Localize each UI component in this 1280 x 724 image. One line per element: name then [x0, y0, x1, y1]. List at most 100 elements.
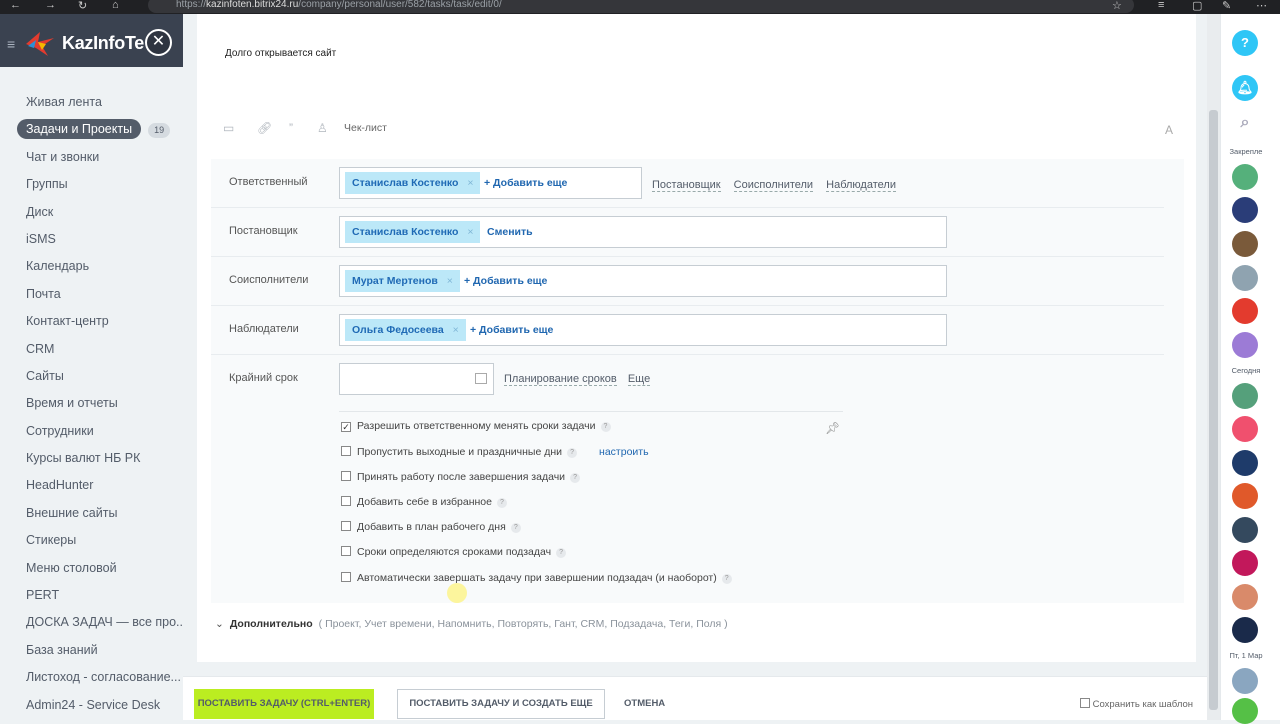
- avatar[interactable]: [1232, 197, 1258, 223]
- sidebar-item[interactable]: Живая лента: [0, 89, 183, 116]
- reload-icon[interactable]: ↻: [78, 0, 87, 12]
- calendar-icon[interactable]: [475, 373, 487, 384]
- deadline-input[interactable]: [339, 363, 494, 395]
- avatar[interactable]: [1232, 617, 1258, 643]
- bell-icon[interactable]: 🔔︎: [1232, 75, 1258, 101]
- sidebar-item[interactable]: Admin24 - Service Desk: [0, 692, 183, 719]
- sidebar-item[interactable]: Сотрудники: [0, 418, 183, 445]
- sidebar-item[interactable]: Диск: [0, 199, 183, 226]
- avatar[interactable]: [1232, 298, 1258, 324]
- option-checkbox[interactable]: [341, 521, 351, 531]
- more-link[interactable]: Еще: [627, 373, 651, 386]
- avatar[interactable]: [1232, 231, 1258, 257]
- responsible-tag[interactable]: Станислав Костенко ×: [345, 172, 481, 194]
- sidebar-item[interactable]: PERT: [0, 582, 183, 609]
- help-icon[interactable]: ?: [600, 422, 611, 432]
- avatar[interactable]: [1232, 517, 1258, 543]
- avatar[interactable]: [1232, 550, 1258, 576]
- observers-field[interactable]: Ольга Федосеева × + Добавить еще: [339, 314, 947, 346]
- sidebar-item[interactable]: Время и отчеты: [0, 390, 183, 417]
- avatar[interactable]: [1232, 164, 1258, 190]
- sidebar-item[interactable]: Меню столовой: [0, 555, 183, 582]
- help-icon[interactable]: ?: [510, 523, 521, 533]
- task-description[interactable]: Долго открывается сайт: [225, 48, 336, 59]
- role-link-observers[interactable]: Наблюдатели: [826, 179, 896, 192]
- sidebar-item[interactable]: Внешние сайты: [0, 500, 183, 527]
- creator-tag[interactable]: Станислав Костенко ×: [345, 221, 481, 243]
- scrollbar-thumb[interactable]: [1209, 110, 1218, 710]
- avatar[interactable]: [1232, 332, 1258, 358]
- help-icon[interactable]: ?: [570, 473, 581, 483]
- task-option[interactable]: Сроки определяются сроками подзадач?: [341, 546, 567, 558]
- responsible-field[interactable]: Станислав Костенко × + Добавить еще: [339, 167, 642, 199]
- help-icon[interactable]: ?: [496, 498, 507, 508]
- avatar[interactable]: [1232, 265, 1258, 291]
- pin-icon[interactable]: 📌︎: [825, 421, 840, 435]
- setup-link[interactable]: настроить: [599, 446, 649, 458]
- file-icon[interactable]: ▭: [223, 121, 234, 135]
- sidebar-item[interactable]: Почта: [0, 281, 183, 308]
- task-option[interactable]: Принять работу после завершения задачи?: [341, 471, 581, 483]
- phone-icon[interactable]: [1232, 698, 1258, 724]
- user-mention-icon[interactable]: ♙: [317, 121, 328, 135]
- link-icon[interactable]: 🔗︎: [257, 121, 272, 135]
- submit-button[interactable]: ПОСТАВИТЬ ЗАДАЧУ (CTRL+ENTER): [194, 689, 374, 719]
- save-template-checkbox[interactable]: [1079, 698, 1090, 708]
- avatar[interactable]: [1232, 383, 1258, 409]
- sidebar-item[interactable]: Сайты: [0, 363, 183, 390]
- option-checkbox[interactable]: [341, 446, 351, 456]
- remove-icon[interactable]: ×: [453, 319, 459, 341]
- sidebar-item[interactable]: ДОСКА ЗАДАЧ — все про...: [0, 609, 183, 636]
- help-icon[interactable]: ?: [567, 448, 578, 458]
- task-option[interactable]: ✓ Разрешить ответственному менять сроки з…: [341, 420, 611, 432]
- additional-section[interactable]: ⌄ Дополнительно ( Проект, Учет времени, На…: [215, 618, 728, 630]
- help-icon[interactable]: ?: [721, 574, 732, 584]
- sidebar-item[interactable]: Курсы валют НБ РК: [0, 445, 183, 472]
- coexec-field[interactable]: Мурат Мертенов × + Добавить еще: [339, 265, 947, 297]
- sidebar-item[interactable]: Календарь: [0, 253, 183, 280]
- change-creator-link[interactable]: Сменить: [487, 226, 533, 238]
- home-icon[interactable]: ⌂: [112, 0, 119, 11]
- submit-and-create-button[interactable]: ПОСТАВИТЬ ЗАДАЧУ И СОЗДАТЬ ЕЩЕ: [397, 689, 605, 719]
- format-icon[interactable]: A: [1165, 123, 1173, 137]
- avatar[interactable]: [1232, 450, 1258, 476]
- sidebar-item[interactable]: iSMS: [0, 226, 183, 253]
- sidebar-item[interactable]: Стикеры: [0, 527, 183, 554]
- task-option[interactable]: Автоматически завершать задачу при завер…: [341, 572, 732, 584]
- sidebar-item[interactable]: Группы: [0, 171, 183, 198]
- avatar[interactable]: [1232, 668, 1258, 694]
- help-icon[interactable]: ?: [556, 548, 567, 558]
- search-icon[interactable]: ⌕: [1232, 110, 1258, 136]
- option-checkbox[interactable]: [341, 546, 351, 556]
- role-link-coexec[interactable]: Соисполнители: [733, 179, 814, 192]
- cancel-button[interactable]: ОТМЕНА: [624, 698, 665, 709]
- back-icon[interactable]: ←: [10, 0, 21, 11]
- sidebar-item[interactable]: Контакт-центр: [0, 308, 183, 335]
- planning-link[interactable]: Планирование сроков: [504, 373, 617, 386]
- sidebar-item[interactable]: Задачи и Проекты 19: [0, 116, 183, 143]
- task-option[interactable]: Добавить себе в избранное?: [341, 496, 507, 508]
- avatar[interactable]: [1232, 416, 1258, 442]
- option-checkbox[interactable]: [341, 471, 351, 481]
- scrollbar[interactable]: [1207, 14, 1220, 720]
- quote-icon[interactable]: ”: [289, 121, 293, 135]
- checklist-button[interactable]: Чек-лист: [344, 122, 387, 134]
- remove-icon[interactable]: ×: [447, 270, 453, 292]
- address-bar[interactable]: https://kazinfoten.bitrix24.ru/company/p…: [148, 0, 1134, 13]
- favorites-icon[interactable]: ≡: [1158, 0, 1164, 11]
- remove-icon[interactable]: ×: [467, 221, 473, 243]
- add-coexec-link[interactable]: + Добавить еще: [464, 275, 547, 287]
- save-template-option[interactable]: Сохранить как шаблон: [1079, 698, 1193, 710]
- add-observer-link[interactable]: + Добавить еще: [470, 324, 553, 336]
- task-option[interactable]: Пропустить выходные и праздничные дни? на…: [341, 446, 649, 458]
- option-checkbox[interactable]: [341, 496, 351, 506]
- observers-tag[interactable]: Ольга Федосеева ×: [345, 319, 466, 341]
- star-icon[interactable]: ☆: [1112, 0, 1122, 12]
- collections-icon[interactable]: ▢: [1192, 0, 1202, 12]
- help-button[interactable]: ?: [1232, 30, 1258, 56]
- sidebar-item[interactable]: Чат и звонки: [0, 144, 183, 171]
- avatar[interactable]: [1232, 483, 1258, 509]
- sidebar-item[interactable]: HeadHunter: [0, 472, 183, 499]
- remove-icon[interactable]: ×: [467, 172, 473, 194]
- role-link-creator[interactable]: Постановщик: [652, 179, 721, 192]
